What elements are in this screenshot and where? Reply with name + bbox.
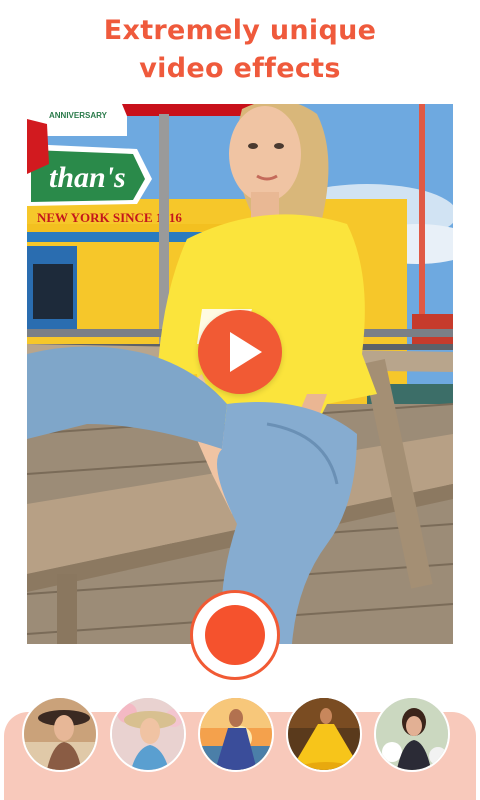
play-button[interactable] (198, 310, 282, 394)
headline-line-2: video effects (139, 53, 341, 84)
sign-nathans-text: than's (49, 161, 126, 194)
effect-thumbnail-5[interactable] (374, 696, 450, 772)
effect-thumbnail-3[interactable] (198, 696, 274, 772)
record-icon (205, 605, 265, 665)
effect-thumbnail-1[interactable] (22, 696, 98, 772)
effect-thumbnail-4[interactable] (286, 696, 362, 772)
sign-anniversary-text: ANNIVERSARY (49, 111, 108, 120)
effect-thumbnail-2[interactable] (110, 696, 186, 772)
video-preview[interactable]: NEW YORK SINCE 1916 ANNIVERSARY than's (27, 104, 453, 644)
headline-line-1: Extremely unique (103, 15, 377, 46)
headline: Extremely unique video effects (0, 12, 480, 88)
record-button[interactable] (190, 590, 280, 680)
play-icon (230, 332, 262, 372)
